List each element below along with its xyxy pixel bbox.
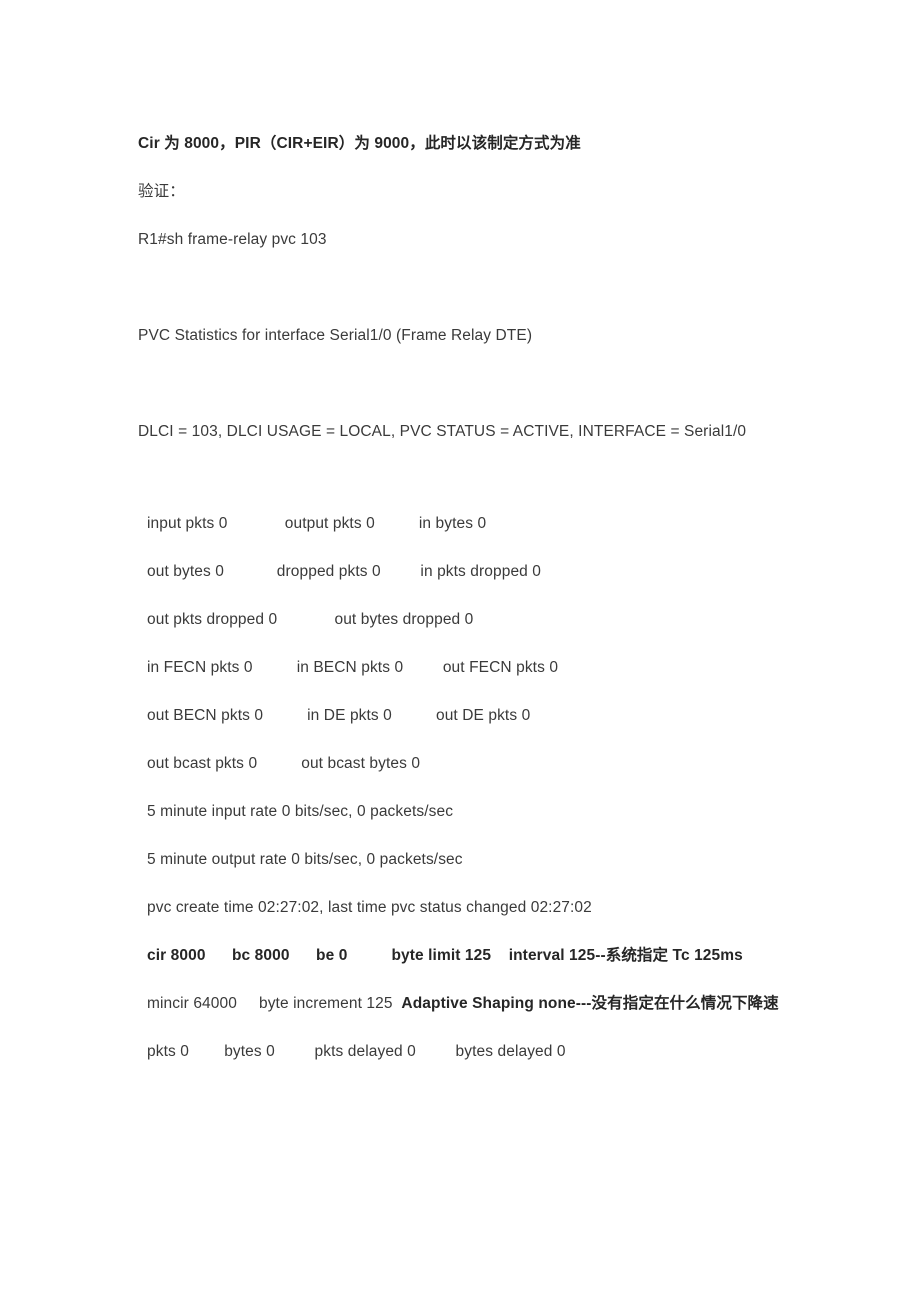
stat-row-pkts-bytes-dropped: out pkts dropped 0 out bytes dropped 0 <box>147 611 474 628</box>
stat-row-bcast: out bcast pkts 0 out bcast bytes 0 <box>147 755 421 772</box>
verify-label: 验证： <box>138 183 185 200</box>
adaptive-shaping-annotation: Adaptive Shaping none---没有指定在什么情况下降速 <box>401 995 779 1012</box>
mincir-line: mincir 64000 byte increment 125 Adaptive… <box>147 980 783 1028</box>
dlci-summary-line: DLCI = 103, DLCI USAGE = LOCAL, PVC STAT… <box>138 423 747 440</box>
stat-row-input-rate: 5 minute input rate 0 bits/sec, 0 packet… <box>147 803 454 820</box>
stat-row-outbytes-dropped: out bytes 0 dropped pkts 0 in pkts dropp… <box>147 563 542 580</box>
stat-row-fecn-becn: in FECN pkts 0 in BECN pkts 0 out FECN p… <box>147 659 559 676</box>
document-body: Cir 为 8000，PIR（CIR+EIR）为 9000，此时以该制定方式为准… <box>138 120 783 1076</box>
stat-row-becn-de: out BECN pkts 0 in DE pkts 0 out DE pkts… <box>147 707 531 724</box>
document-heading: Cir 为 8000，PIR（CIR+EIR）为 9000，此时以该制定方式为准 <box>138 135 581 152</box>
pvc-statistics-header: PVC Statistics for interface Serial1/0 (… <box>138 327 533 344</box>
stat-row-input-output-inbytes: input pkts 0 output pkts 0 in bytes 0 <box>147 515 487 532</box>
stat-row-output-rate: 5 minute output rate 0 bits/sec, 0 packe… <box>147 851 463 868</box>
delayed-counters-line: pkts 0 bytes 0 pkts delayed 0 bytes dela… <box>147 1043 566 1060</box>
traffic-shaping-line: cir 8000 bc 8000 be 0 byte limit 125 int… <box>147 947 743 964</box>
mincir-plain-text: mincir 64000 byte increment 125 <box>147 995 402 1012</box>
cli-command: R1#sh frame-relay pvc 103 <box>138 231 327 248</box>
document-page: Cir 为 8000，PIR（CIR+EIR）为 9000，此时以该制定方式为准… <box>0 0 920 1302</box>
stat-row-pvc-create-time: pvc create time 02:27:02, last time pvc … <box>147 899 592 916</box>
pvc-statistics-block: input pkts 0 output pkts 0 in bytes 0 ou… <box>138 500 783 1076</box>
